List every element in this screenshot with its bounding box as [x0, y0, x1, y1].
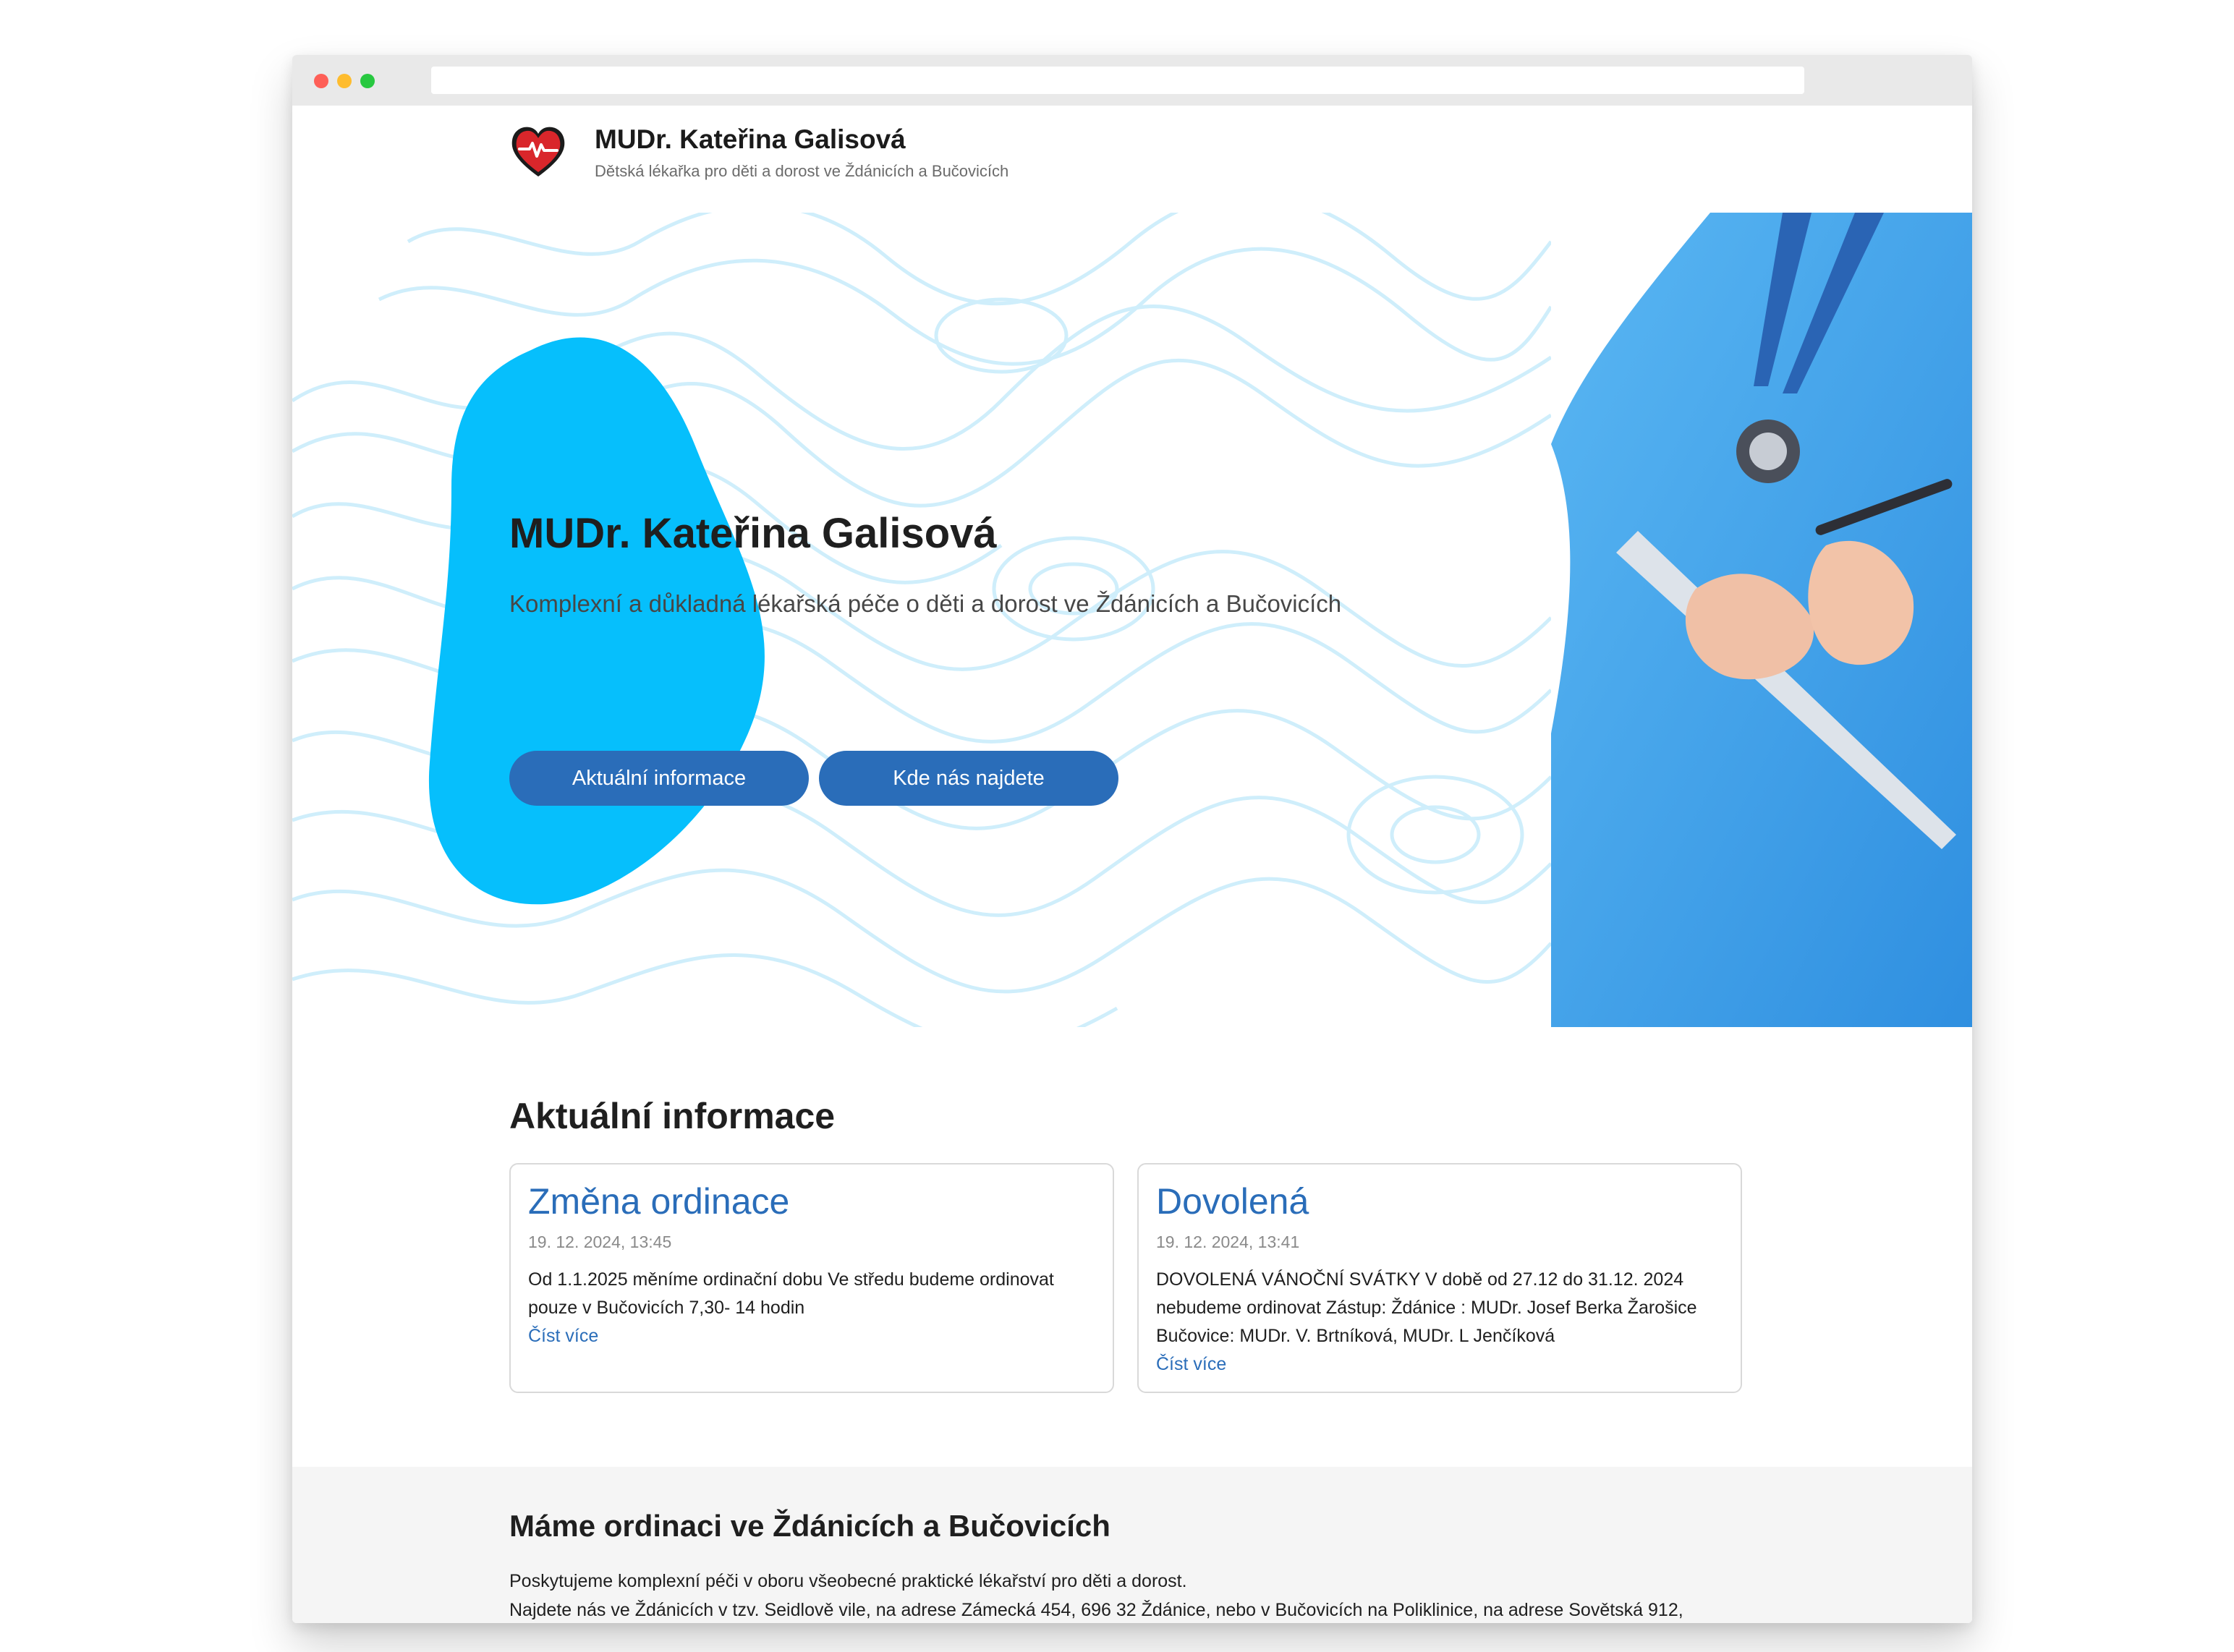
maximize-window-button[interactable] [360, 74, 375, 88]
hero-title: MUDr. Kateřina Galisová [509, 510, 997, 557]
find-us-button[interactable]: Kde nás najdete [819, 751, 1118, 806]
location-section: Máme ordinaci ve Ždánicích a Bučovicích … [292, 1467, 1972, 1623]
heart-pulse-icon[interactable] [509, 123, 567, 181]
site-subtitle: Dětská lékařka pro děti a dorost ve Ždán… [595, 162, 1009, 180]
read-more-link[interactable]: Číst více [528, 1322, 1100, 1350]
site-header: MUDr. Kateřina Galisová Dětská lékařka p… [292, 106, 1972, 213]
read-more-link[interactable]: Číst více [1156, 1350, 1728, 1379]
hero-section: MUDr. Kateřina Galisová Komplexní a důkl… [292, 213, 1972, 1027]
site-title[interactable]: MUDr. Kateřina Galisová [595, 124, 906, 155]
news-card-text: DOVOLENÁ VÁNOČNÍ SVÁTKY V době od 27.12 … [1156, 1269, 1697, 1346]
page-background: MUDr. Kateřina Galisová Dětská lékařka p… [0, 0, 2234, 1652]
news-card-title[interactable]: Dovolená [1156, 1180, 1309, 1222]
location-text: Poskytujeme komplexní péči v oboru všeob… [509, 1571, 1187, 1591]
address-bar[interactable] [431, 67, 1804, 94]
news-card: Změna ordinace 19. 12. 2024, 13:45 Od 1.… [509, 1163, 1114, 1393]
location-heading: Máme ordinaci ve Ždánicích a Bučovicích [509, 1509, 1110, 1543]
news-card-date: 19. 12. 2024, 13:45 [528, 1232, 672, 1251]
minimize-window-button[interactable] [337, 74, 352, 88]
hero-subtitle: Komplexní a důkladná lékařská péče o dět… [509, 590, 1342, 617]
doctor-photo [1551, 213, 1972, 1027]
news-card-text: Od 1.1.2025 měníme ordinační dobu Ve stř… [528, 1269, 1054, 1318]
browser-toolbar [292, 55, 1972, 106]
close-window-button[interactable] [314, 74, 328, 88]
news-card-title[interactable]: Změna ordinace [528, 1180, 789, 1222]
news-heading: Aktuální informace [509, 1096, 836, 1136]
news-card-date: 19. 12. 2024, 13:41 [1156, 1232, 1300, 1251]
browser-window: MUDr. Kateřina Galisová Dětská lékařka p… [292, 55, 1972, 1623]
news-button[interactable]: Aktuální informace [509, 751, 809, 806]
location-address-text: Najdete nás ve Ždánicích v tzv. Seidlově… [509, 1600, 1683, 1620]
decorative-blob [428, 337, 765, 905]
news-card: Dovolená 19. 12. 2024, 13:41 DOVOLENÁ VÁ… [1137, 1163, 1742, 1393]
